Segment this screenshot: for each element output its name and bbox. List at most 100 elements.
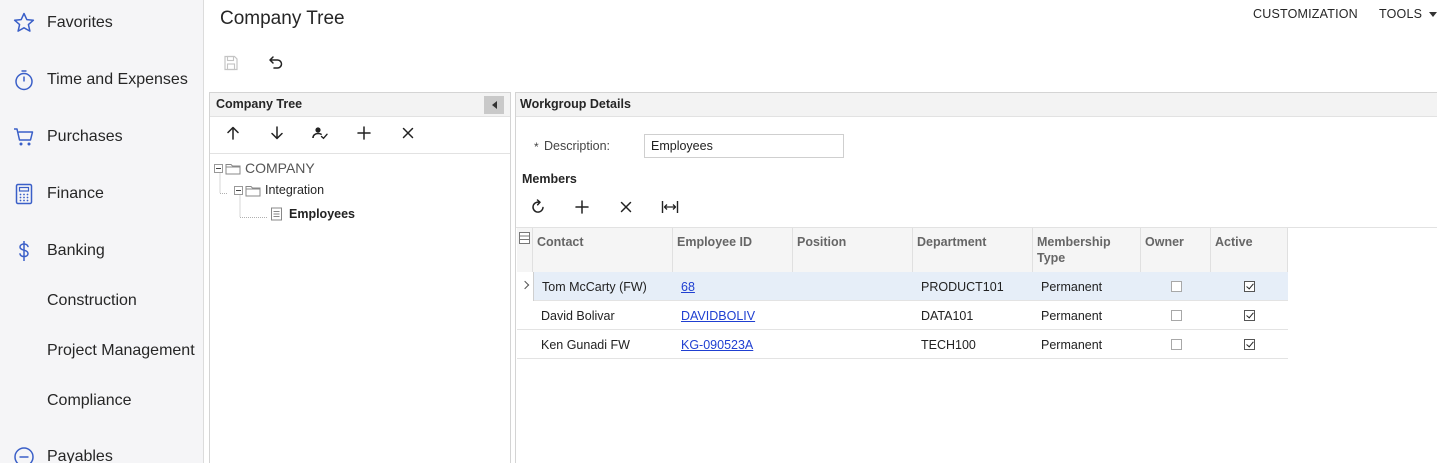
caret-left-icon [491,101,497,109]
assign-owner-button[interactable] [307,120,333,146]
active-checkbox[interactable] [1244,310,1255,321]
sidebar-item-time-and-expenses[interactable]: Time and Expenses [0,60,204,100]
description-label: Description: [544,139,610,153]
sidebar-item-payables[interactable]: Payables [0,437,204,463]
sidebar-item-compliance[interactable]: Compliance [0,381,204,421]
collapse-panel-button[interactable] [484,96,504,114]
table-row[interactable]: Ken Gunadi FW KG-090523A TECH100 Permane… [517,330,1288,359]
close-icon [620,201,632,213]
sidebar-item-label: Favorites [47,14,113,31]
contact-cell[interactable]: Tom McCarty (FW) [533,272,673,301]
sidebar-item-label: Project Management [47,342,195,359]
move-down-button[interactable] [264,120,290,146]
sidebar-item-label: Construction [47,292,137,309]
membership-type-cell[interactable]: Permanent [1033,330,1141,359]
save-icon [224,55,238,71]
column-header-contact[interactable]: Contact [533,228,673,272]
membership-type-cell[interactable]: Permanent [1033,272,1141,301]
column-settings-header[interactable] [517,228,533,272]
active-cell[interactable] [1211,301,1288,330]
sidebar: Favorites Time and Expenses Purchases Fi… [0,0,204,463]
star-icon [11,10,37,36]
chevron-right-icon [520,280,530,289]
add-member-button[interactable] [569,194,595,220]
department-cell[interactable]: DATA101 [913,301,1033,330]
employee-id-cell[interactable]: DAVIDBOLIV [673,301,793,330]
owner-checkbox[interactable] [1170,339,1182,350]
membership-type-cell[interactable]: Permanent [1033,301,1141,330]
cart-icon [11,124,37,150]
department-cell[interactable]: TECH100 [913,330,1033,359]
calculator-icon [11,181,37,207]
undo-icon [269,56,283,69]
tools-menu[interactable]: TOOLS [1379,7,1437,21]
sidebar-item-project-management[interactable]: Project Management [0,331,204,371]
tree-node-label: Employees [289,207,356,221]
add-node-button[interactable] [351,120,377,146]
description-field[interactable] [644,134,844,158]
page-title: Company Tree [220,8,345,29]
delete-node-button[interactable] [395,120,421,146]
table-row[interactable]: Tom McCarty (FW) 68 PRODUCT101 Permanent [517,272,1288,301]
active-cell[interactable] [1211,272,1288,301]
sidebar-item-banking[interactable]: Banking [0,231,204,271]
active-checkbox[interactable] [1244,281,1255,292]
owner-checkbox[interactable] [1170,310,1182,321]
active-checkbox[interactable] [1244,339,1255,350]
delete-member-button[interactable] [613,194,639,220]
tree-node-label: COMPANY [245,160,315,176]
column-header-department[interactable]: Department [913,228,1033,272]
table-row[interactable]: David Bolivar DAVIDBOLIV DATA101 Permane… [517,301,1288,330]
tree-node-employees[interactable]: Employees [270,207,355,221]
contact-cell[interactable]: David Bolivar [533,301,673,330]
column-header-employee-id[interactable]: Employee ID [673,228,793,272]
sidebar-item-construction[interactable]: Construction [0,281,204,321]
tree-node-company[interactable]: COMPANY [214,160,315,176]
owner-cell[interactable] [1141,301,1211,330]
sidebar-item-label: Banking [47,242,105,259]
employee-id-link[interactable]: 68 [681,280,695,294]
active-cell[interactable] [1211,330,1288,359]
owner-checkbox[interactable] [1170,281,1182,292]
plus-icon [575,200,589,214]
owner-cell[interactable] [1141,330,1211,359]
refresh-icon [532,199,544,213]
tree-panel-title: Company Tree [216,97,303,111]
customization-menu[interactable]: CUSTOMIZATION [1253,7,1358,21]
sidebar-item-finance[interactable]: Finance [0,174,204,214]
contact-cell[interactable]: Ken Gunadi FW [533,330,673,359]
undo-button[interactable] [264,52,286,74]
position-cell[interactable] [793,301,913,330]
employee-id-link[interactable]: KG-090523A [681,338,753,352]
grid-settings-icon [519,232,530,244]
document-icon [271,207,282,221]
tree-node-integration[interactable]: Integration [234,183,324,197]
sidebar-item-favorites[interactable]: Favorites [0,3,204,43]
plus-icon [357,126,371,140]
move-up-button[interactable] [220,120,246,146]
sidebar-item-label: Finance [47,185,104,202]
sidebar-item-label: Payables [47,448,113,463]
save-button[interactable] [221,52,241,74]
owner-cell[interactable] [1141,272,1211,301]
sidebar-item-label: Compliance [47,392,132,409]
column-header-position[interactable]: Position [793,228,913,272]
employee-id-cell[interactable]: 68 [673,272,793,301]
employee-id-cell[interactable]: KG-090523A [673,330,793,359]
position-cell[interactable] [793,330,913,359]
column-header-membership-type[interactable]: Membership Type [1033,228,1141,272]
column-header-owner[interactable]: Owner [1141,228,1211,272]
tree-panel-header: Company Tree [210,93,510,117]
employee-id-link[interactable]: DAVIDBOLIV [681,309,755,323]
required-marker: * [534,140,539,154]
position-cell[interactable] [793,272,913,301]
collapse-toggle-icon [234,185,243,195]
details-panel-title: Workgroup Details [520,97,631,111]
sidebar-item-purchases[interactable]: Purchases [0,117,204,157]
fit-columns-button[interactable] [657,194,683,220]
sidebar-item-label: Time and Expenses [47,71,188,88]
department-cell[interactable]: PRODUCT101 [913,272,1033,301]
close-icon [402,127,414,139]
refresh-button[interactable] [525,194,551,220]
column-header-active[interactable]: Active [1211,228,1288,272]
